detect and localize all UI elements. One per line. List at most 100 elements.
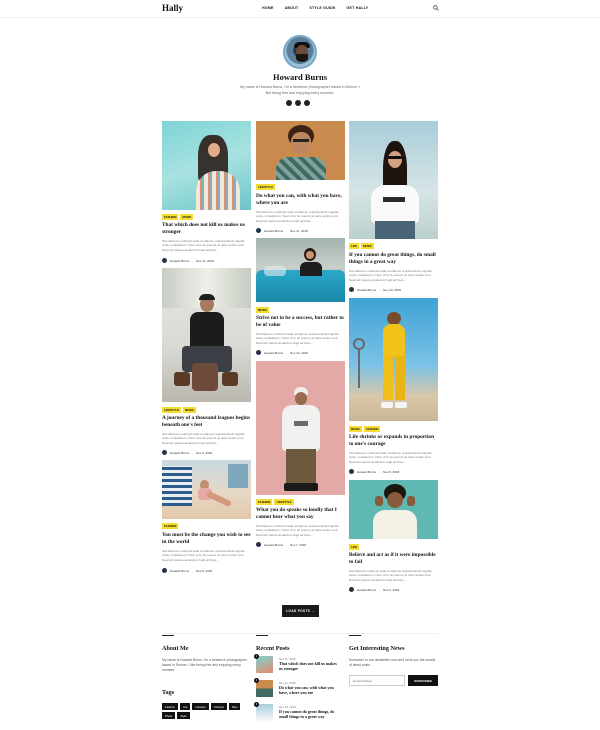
subscribe-button[interactable]: SUBSCRIBE xyxy=(408,675,438,686)
post-author[interactable]: Howard Burns xyxy=(264,543,283,547)
tag-link[interactable]: Fashion xyxy=(162,703,178,710)
tag[interactable]: LIFE xyxy=(349,243,360,249)
tag[interactable]: FASHION xyxy=(364,426,381,432)
post-excerpt: Sint laborum mollit ad nulla ut ullamco … xyxy=(256,332,339,345)
tag[interactable]: MUSIC xyxy=(183,407,197,413)
profile-bio: My name is Howard Burns, I'm a freelance… xyxy=(240,85,360,95)
recent-post[interactable]: 3 Nov 10, 2018 If you cannot do great th… xyxy=(254,702,340,722)
nav-get-hally[interactable]: GET HALLY xyxy=(347,6,369,10)
recent-post[interactable]: 2 Nov 11, 2018 Do what you can, with wha… xyxy=(254,678,340,698)
post-excerpt: Sint laborum mollit ad nulla ut ullamco … xyxy=(162,239,245,252)
tag-link[interactable]: Life xyxy=(179,703,191,710)
post-date: Nov 6, 2018 xyxy=(383,587,400,592)
nav-style-guide[interactable]: STYLE GUIDE xyxy=(309,6,335,10)
tag[interactable]: LIFESTYLE xyxy=(274,499,294,505)
post-title[interactable]: Believe and act as if it were impossible… xyxy=(349,552,438,566)
recent-post-number: 3 xyxy=(254,702,259,707)
recent-post-title[interactable]: Do what you can, with what you have, whe… xyxy=(279,685,339,695)
main-nav: HOME ABOUT STYLE GUIDE GET HALLY xyxy=(262,6,379,10)
post-excerpt: Sint laborum mollit ad nulla ut ullamco … xyxy=(256,524,339,537)
recent-post-title[interactable]: If you cannot do great things, do small … xyxy=(279,709,339,719)
post-author[interactable]: Howard Burns xyxy=(357,470,376,474)
post-image[interactable] xyxy=(256,361,345,495)
post-meta: Howard Burns · Nov 11, 2018 xyxy=(256,228,308,233)
search-icon[interactable] xyxy=(433,5,439,11)
tag[interactable]: MUSIC xyxy=(361,243,375,249)
post-author[interactable]: Howard Burns xyxy=(264,229,283,233)
tag[interactable]: MUSIC xyxy=(256,307,270,313)
recent-post-number: 2 xyxy=(254,678,259,683)
post-date: Nov 7, 2018 xyxy=(290,542,307,547)
site-logo[interactable]: Hally xyxy=(162,3,183,13)
newsletter-heading: Get Interesting News xyxy=(349,645,405,652)
post-title[interactable]: A journey of a thousand leagues begins b… xyxy=(162,415,251,429)
post-image[interactable] xyxy=(162,460,251,519)
post-title[interactable]: That which does not kill us makes us str… xyxy=(162,222,251,236)
post-image[interactable] xyxy=(162,121,251,210)
post-title[interactable]: If you cannot do great things, do small … xyxy=(349,252,438,266)
post-tags: FASHION xyxy=(162,523,179,529)
tags-heading: Tags xyxy=(162,689,175,696)
recent-post[interactable]: 1 Nov 11, 2018 That which does not kill … xyxy=(254,654,340,674)
post-meta: Howard Burns · Nov 9, 2018 xyxy=(162,450,212,455)
post-author[interactable]: Howard Burns xyxy=(170,569,189,573)
post-title[interactable]: What you do speaks so loudly that I cann… xyxy=(256,507,345,521)
tag-link[interactable]: Style xyxy=(177,712,190,719)
tag[interactable]: FASHION xyxy=(162,214,179,220)
heading-rule xyxy=(349,635,361,636)
post-date: Nov 10, 2018 xyxy=(383,287,401,292)
load-posts-button[interactable]: LOAD POSTS → xyxy=(282,605,319,617)
tag[interactable]: FASHION xyxy=(162,523,179,529)
heading-rule xyxy=(256,635,268,636)
post-tags: FASHION LIFESTYLE xyxy=(256,499,294,505)
tag-link[interactable]: Man xyxy=(229,703,241,710)
post-meta: Howard Burns · Nov 11, 2018 xyxy=(162,258,214,263)
post-title[interactable]: Do what you can, with what you have, whe… xyxy=(256,193,345,207)
post-tags: MUSIC xyxy=(256,307,270,313)
nav-home[interactable]: HOME xyxy=(262,6,274,10)
post-meta: Howard Burns · Nov 6, 2018 xyxy=(349,587,399,592)
heading-rule xyxy=(162,635,174,636)
tag[interactable]: LIFE xyxy=(349,544,360,550)
post-author[interactable]: Howard Burns xyxy=(264,351,283,355)
post-title[interactable]: Life shrinks or expands in proportion to… xyxy=(349,434,438,448)
post-tags: LIFE xyxy=(349,544,360,550)
tag[interactable]: LIFESTYLE xyxy=(256,184,276,190)
tag[interactable]: MUSIC xyxy=(180,214,194,220)
post-image[interactable] xyxy=(256,238,345,302)
tag-link[interactable]: Lifestyle xyxy=(210,703,227,710)
post-tags: MUSIC FASHION xyxy=(349,426,381,432)
post-title[interactable]: You must be the change you wish to see i… xyxy=(162,532,251,546)
post-tags: LIFESTYLE MUSIC xyxy=(162,407,197,413)
post-date: Nov 10, 2018 xyxy=(290,350,308,355)
recent-posts-heading: Recent Posts xyxy=(256,645,290,652)
instagram-icon[interactable] xyxy=(304,100,310,106)
tag[interactable]: LIFESTYLE xyxy=(162,407,182,413)
post-image[interactable] xyxy=(349,121,438,239)
tag-link[interactable]: Lifestyle xyxy=(192,703,209,710)
post-image[interactable] xyxy=(349,298,438,421)
post-image[interactable] xyxy=(349,480,438,539)
about-heading: About Me xyxy=(162,645,189,652)
post-image[interactable] xyxy=(162,268,251,402)
post-image[interactable] xyxy=(256,121,345,180)
post-author[interactable]: Howard Burns xyxy=(357,588,376,592)
tag[interactable]: MUSIC xyxy=(349,426,363,432)
footer-divider xyxy=(162,633,438,634)
recent-post-title[interactable]: That which does not kill us makes us str… xyxy=(279,661,339,671)
post-author[interactable]: Howard Burns xyxy=(170,451,189,455)
author-avatar xyxy=(162,450,167,455)
post-author[interactable]: Howard Burns xyxy=(170,259,189,263)
post-date: Nov 8, 2018 xyxy=(196,568,213,573)
post-author[interactable]: Howard Burns xyxy=(357,288,376,292)
email-input[interactable] xyxy=(349,675,405,686)
twitter-icon[interactable] xyxy=(295,100,301,106)
tag-link[interactable]: Photo xyxy=(162,712,176,719)
nav-about[interactable]: ABOUT xyxy=(285,6,299,10)
post-title[interactable]: Strive not to be a success, but rather t… xyxy=(256,315,345,329)
author-avatar xyxy=(349,587,354,592)
facebook-icon[interactable] xyxy=(286,100,292,106)
post-meta: Howard Burns · Nov 10, 2018 xyxy=(256,350,308,355)
tag[interactable]: FASHION xyxy=(256,499,273,505)
author-avatar xyxy=(162,258,167,263)
